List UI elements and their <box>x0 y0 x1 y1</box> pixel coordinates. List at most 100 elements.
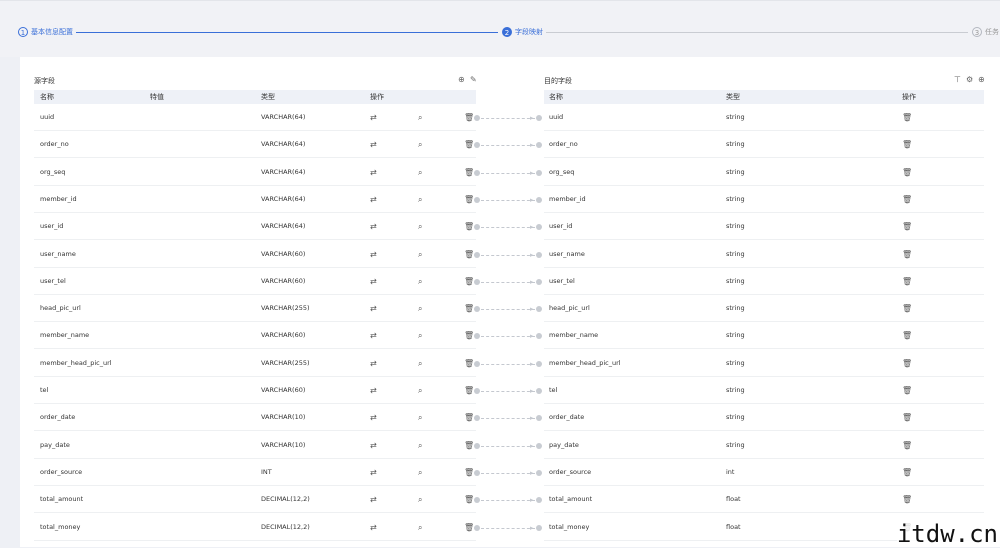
trash-icon[interactable]: 🗑 <box>464 140 474 150</box>
mapping-connector[interactable]: 🗑 ▸ <box>464 413 546 423</box>
search-icon[interactable]: ⌕ <box>418 131 422 158</box>
trash-icon[interactable]: 🗑 <box>902 268 912 295</box>
refresh-icon[interactable]: ⇄ <box>370 514 377 541</box>
trash-icon[interactable]: 🗑 <box>902 350 912 377</box>
mapping-connector[interactable]: 🗑 ▸ <box>464 250 546 260</box>
search-icon[interactable]: ⌕ <box>418 432 422 459</box>
target-anchor-dot[interactable] <box>536 224 542 230</box>
target-anchor-dot[interactable] <box>536 279 542 285</box>
target-anchor-dot[interactable] <box>536 361 542 367</box>
refresh-icon[interactable]: ⇄ <box>370 131 377 158</box>
mapping-connector[interactable]: 🗑 ▸ <box>464 523 546 533</box>
trash-icon[interactable]: 🗑 <box>902 432 912 459</box>
source-anchor-dot[interactable] <box>474 279 480 285</box>
mapping-connector[interactable]: 🗑 ▸ <box>464 277 546 287</box>
refresh-icon[interactable]: ⇄ <box>370 459 377 486</box>
source-anchor-dot[interactable] <box>474 170 480 176</box>
target-anchor-dot[interactable] <box>536 115 542 121</box>
mapping-connector[interactable]: 🗑 ▸ <box>464 386 546 396</box>
mapping-connector[interactable]: 🗑 ▸ <box>464 304 546 314</box>
target-anchor-dot[interactable] <box>536 388 542 394</box>
trash-icon[interactable]: 🗑 <box>902 159 912 186</box>
trash-icon[interactable]: 🗑 <box>464 331 474 341</box>
search-icon[interactable]: ⌕ <box>418 104 422 131</box>
search-icon[interactable]: ⌕ <box>418 350 422 377</box>
step-3[interactable]: 3 任务 <box>972 27 999 37</box>
trash-icon[interactable]: 🗑 <box>902 404 912 431</box>
trash-icon[interactable]: 🗑 <box>902 186 912 213</box>
target-anchor-dot[interactable] <box>536 443 542 449</box>
mapping-connector[interactable]: 🗑 ▸ <box>464 195 546 205</box>
search-icon[interactable]: ⌕ <box>418 459 422 486</box>
target-anchor-dot[interactable] <box>536 415 542 421</box>
trash-icon[interactable]: 🗑 <box>464 222 474 232</box>
search-icon[interactable]: ⌕ <box>418 268 422 295</box>
mapping-connector[interactable]: 🗑 ▸ <box>464 468 546 478</box>
trash-icon[interactable]: 🗑 <box>902 377 912 404</box>
filter-icon[interactable]: ⊤ <box>954 76 961 84</box>
trash-icon[interactable]: 🗑 <box>464 304 474 314</box>
trash-icon[interactable]: 🗑 <box>902 322 912 349</box>
refresh-icon[interactable]: ⇄ <box>370 295 377 322</box>
source-anchor-dot[interactable] <box>474 388 480 394</box>
source-anchor-dot[interactable] <box>474 306 480 312</box>
mapping-connector[interactable]: 🗑 ▸ <box>464 359 546 369</box>
mapping-connector[interactable]: 🗑 ▸ <box>464 113 546 123</box>
refresh-icon[interactable]: ⇄ <box>370 213 377 240</box>
source-anchor-dot[interactable] <box>474 361 480 367</box>
source-anchor-dot[interactable] <box>474 115 480 121</box>
trash-icon[interactable]: 🗑 <box>464 359 474 369</box>
source-anchor-dot[interactable] <box>474 224 480 230</box>
mapping-connector[interactable]: 🗑 ▸ <box>464 441 546 451</box>
trash-icon[interactable]: 🗑 <box>902 295 912 322</box>
source-anchor-dot[interactable] <box>474 470 480 476</box>
trash-icon[interactable]: 🗑 <box>464 168 474 178</box>
source-anchor-dot[interactable] <box>474 415 480 421</box>
trash-icon[interactable]: 🗑 <box>902 213 912 240</box>
search-icon[interactable]: ⌕ <box>418 322 422 349</box>
trash-icon[interactable]: 🗑 <box>464 441 474 451</box>
refresh-icon[interactable]: ⇄ <box>370 350 377 377</box>
trash-icon[interactable]: 🗑 <box>464 386 474 396</box>
source-anchor-dot[interactable] <box>474 443 480 449</box>
trash-icon[interactable]: 🗑 <box>902 104 912 131</box>
trash-icon[interactable]: 🗑 <box>902 459 912 486</box>
search-icon[interactable]: ⌕ <box>418 186 422 213</box>
trash-icon[interactable]: 🗑 <box>902 131 912 158</box>
search-icon[interactable]: ⌕ <box>418 241 422 268</box>
search-icon[interactable]: ⌕ <box>418 514 422 541</box>
mapping-connector[interactable]: 🗑 ▸ <box>464 168 546 178</box>
mapping-connector[interactable]: 🗑 ▸ <box>464 495 546 505</box>
search-icon[interactable]: ⌕ <box>418 486 422 513</box>
step-2[interactable]: 2 字段映射 <box>502 27 543 37</box>
trash-icon[interactable]: 🗑 <box>464 468 474 478</box>
refresh-icon[interactable]: ⇄ <box>370 432 377 459</box>
add-icon[interactable]: ⊕ <box>978 76 985 84</box>
refresh-icon[interactable]: ⇄ <box>370 404 377 431</box>
target-anchor-dot[interactable] <box>536 470 542 476</box>
target-anchor-dot[interactable] <box>536 497 542 503</box>
step-1[interactable]: 1 基本信息配置 <box>18 27 73 37</box>
trash-icon[interactable]: 🗑 <box>464 495 474 505</box>
target-anchor-dot[interactable] <box>536 197 542 203</box>
source-anchor-dot[interactable] <box>474 333 480 339</box>
mapping-connector[interactable]: 🗑 ▸ <box>464 222 546 232</box>
refresh-icon[interactable]: ⇄ <box>370 486 377 513</box>
target-anchor-dot[interactable] <box>536 333 542 339</box>
search-icon[interactable]: ⌕ <box>418 377 422 404</box>
trash-icon[interactable]: 🗑 <box>464 250 474 260</box>
refresh-icon[interactable]: ⇄ <box>370 241 377 268</box>
add-icon[interactable]: ⊕ <box>458 76 465 84</box>
search-icon[interactable]: ⌕ <box>418 404 422 431</box>
refresh-icon[interactable]: ⇄ <box>370 104 377 131</box>
source-anchor-dot[interactable] <box>474 142 480 148</box>
refresh-icon[interactable]: ⇄ <box>370 377 377 404</box>
refresh-icon[interactable]: ⇄ <box>370 322 377 349</box>
source-anchor-dot[interactable] <box>474 525 480 531</box>
trash-icon[interactable]: 🗑 <box>464 195 474 205</box>
target-anchor-dot[interactable] <box>536 142 542 148</box>
mapping-connector[interactable]: 🗑 ▸ <box>464 331 546 341</box>
source-anchor-dot[interactable] <box>474 197 480 203</box>
target-anchor-dot[interactable] <box>536 170 542 176</box>
source-anchor-dot[interactable] <box>474 497 480 503</box>
